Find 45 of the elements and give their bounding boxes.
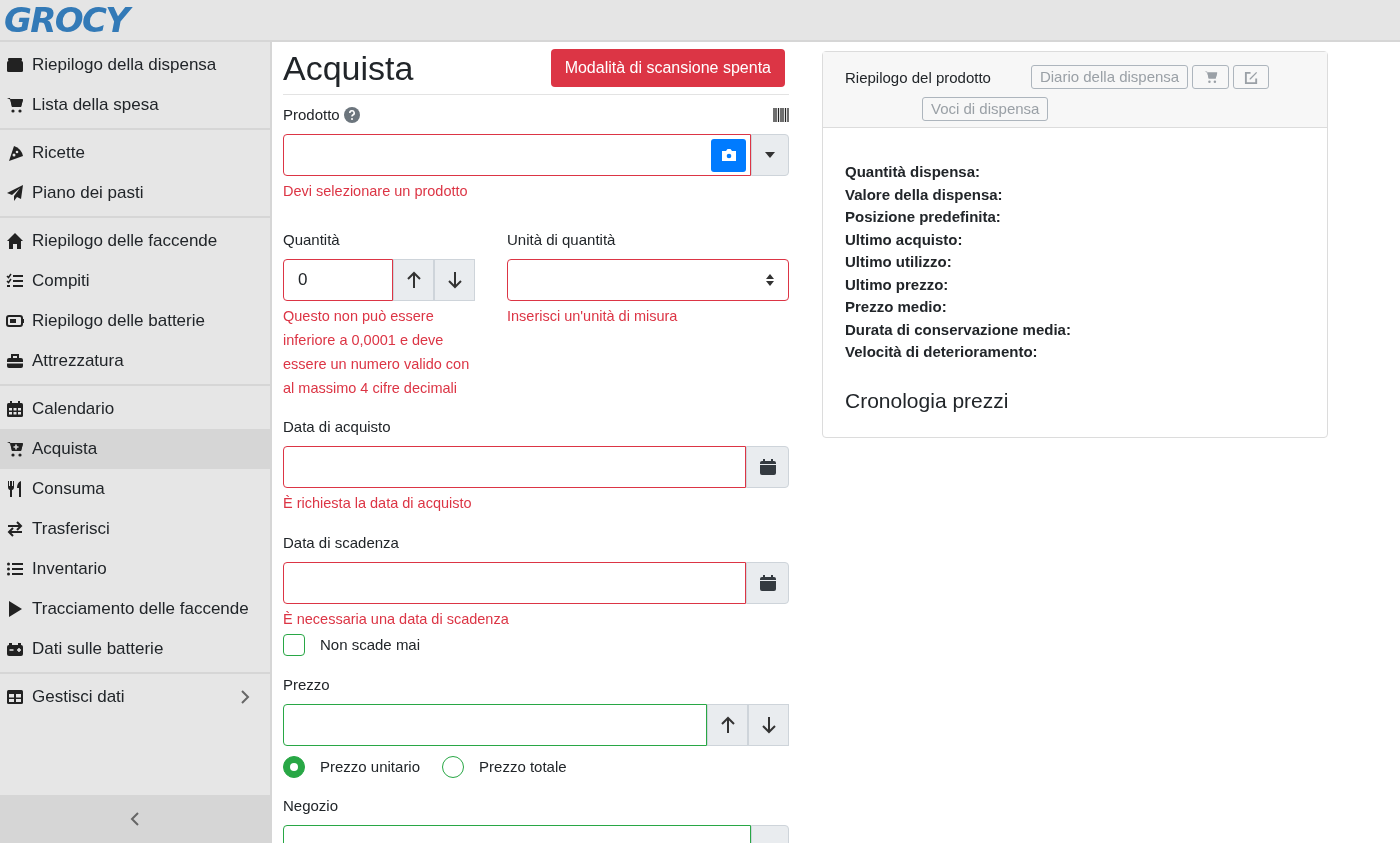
info-label: Ultimo acquisto:	[845, 229, 964, 250]
sidebar-item[interactable]: Riepilogo delle faccende	[0, 221, 270, 261]
radio-label: Prezzo totale	[479, 756, 567, 777]
sidebar-item[interactable]: Acquista	[0, 429, 270, 469]
sidebar-item[interactable]: Riepilogo delle batterie	[0, 301, 270, 341]
error-message: È necessaria una data di scadenza	[283, 610, 510, 629]
field-label: Unità di quantità	[507, 230, 617, 250]
field-label: Prodotto	[283, 105, 340, 125]
scan-mode-button[interactable]: Modalità di scansione spenta	[550, 48, 785, 87]
checkbox-label: Non scade mai	[320, 635, 421, 655]
sidebar-item[interactable]: Lista della spesa	[0, 85, 270, 125]
field-label: Data di scadenza	[283, 533, 400, 553]
sidebar-item[interactable]: Calendario	[0, 389, 270, 429]
error-message: Devi selezionare un prodotto	[283, 182, 469, 201]
info-label: Prezzo medio:	[845, 297, 948, 317]
page-title: Acquista	[283, 48, 414, 89]
error-message: È richiesta la data di acquisto	[283, 494, 473, 513]
sidebar-item[interactable]: Trasferisci	[0, 509, 270, 549]
sidebar-item[interactable]: Gestisci dati	[0, 677, 270, 717]
error-message: Inserisci un'unità di misura	[507, 307, 679, 326]
sidebar-item[interactable]: Tracciamento delle faccende	[0, 589, 270, 629]
info-label: Velocità di deterioramento:	[845, 342, 1039, 362]
radio-label: Prezzo unitario	[320, 756, 421, 777]
sidebar-item[interactable]: Inventario	[0, 549, 270, 589]
quantity-input[interactable]: 0	[283, 259, 393, 301]
info-label: Ultimo utilizzo:	[845, 252, 953, 272]
info-label: Durata di conservazione media:	[845, 319, 1072, 340]
field-label: Prezzo	[283, 674, 331, 695]
sidebar-item[interactable]: Riepilogo della dispensa	[0, 45, 270, 85]
info-label: Valore della dispensa:	[845, 184, 1004, 205]
card-title: Riepilogo del prodotto	[845, 68, 991, 88]
field-label: Negozio	[283, 796, 340, 816]
section-heading: Cronologia prezzi	[845, 387, 1010, 414]
sidebar-item[interactable]: Dati sulle batterie	[0, 629, 270, 669]
sidebar-item[interactable]: Attrezzatura	[0, 341, 270, 381]
sidebar-item[interactable]: Piano dei pasti	[0, 173, 270, 213]
field-label: Quantità	[283, 230, 341, 250]
sidebar-item[interactable]: Ricette	[0, 133, 270, 173]
info-label: Ultimo prezzo:	[845, 274, 950, 295]
sidebar-item[interactable]: Compiti	[0, 261, 270, 301]
info-label: Posizione predefinita:	[845, 207, 1002, 227]
error-message: Questo non può essere inferiore a 0,0001 e deve essere un numero valido con al massimo 4 cifre decimali	[283, 307, 471, 398]
info-label: Quantità dispensa:	[845, 162, 982, 182]
field-label: Data di acquisto	[283, 417, 392, 437]
sidebar-item[interactable]: Consuma	[0, 469, 270, 509]
